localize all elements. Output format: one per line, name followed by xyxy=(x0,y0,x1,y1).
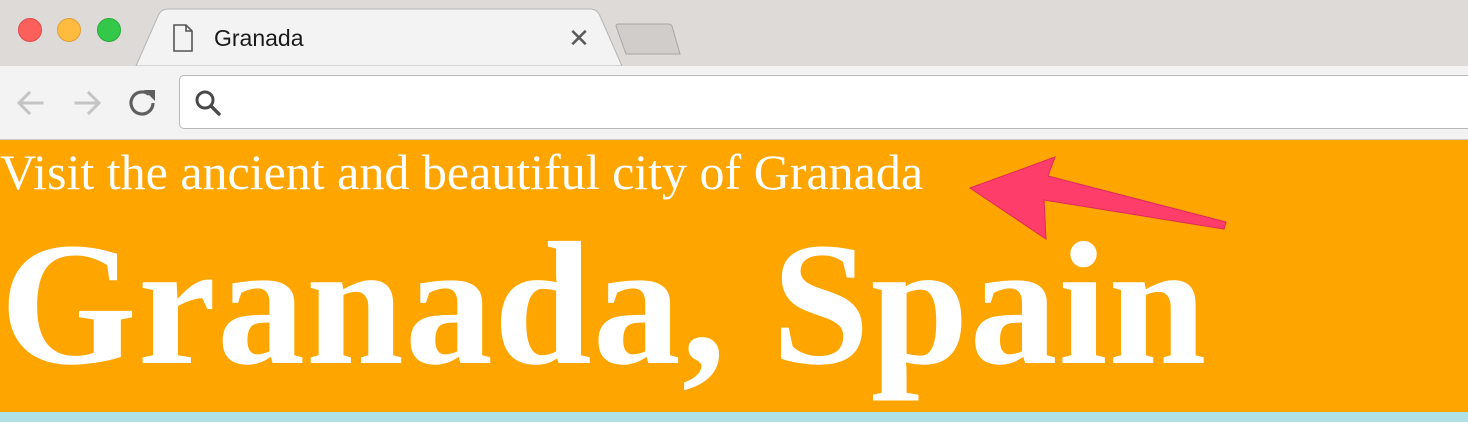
tab-bar: Granada ✕ xyxy=(0,0,1468,66)
back-arrow-icon[interactable] xyxy=(14,86,48,120)
page-subtitle: Visit the ancient and beautiful city of … xyxy=(0,144,924,200)
browser-toolbar xyxy=(0,66,1468,140)
new-tab-button[interactable] xyxy=(612,22,684,58)
tab-close-icon[interactable]: ✕ xyxy=(566,25,592,51)
address-bar[interactable] xyxy=(179,75,1468,129)
content-strip xyxy=(0,412,1468,422)
address-input[interactable] xyxy=(232,84,1436,122)
page-header: Visit the ancient and beautiful city of … xyxy=(0,140,1468,412)
forward-arrow-icon[interactable] xyxy=(70,86,104,120)
annotation-arrow-icon xyxy=(968,156,1227,240)
search-icon xyxy=(195,90,221,116)
page-icon xyxy=(173,24,193,52)
reload-icon[interactable] xyxy=(126,86,160,120)
active-tab[interactable]: Granada xyxy=(172,22,602,54)
tab-title: Granada xyxy=(214,24,304,51)
